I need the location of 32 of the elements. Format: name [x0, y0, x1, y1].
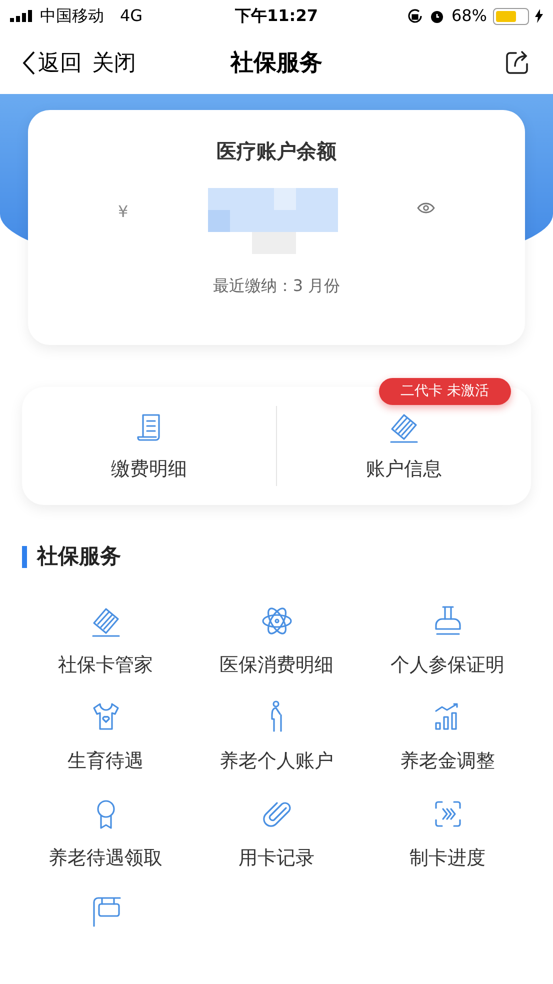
service-button[interactable]: 养老个人账户 — [191, 699, 362, 776]
status-badge: 二代卡 未激活 — [378, 378, 511, 405]
shortcut-button[interactable]: 缴费明细 — [22, 408, 276, 484]
back-button[interactable]: 返回 — [22, 46, 82, 80]
currency-symbol: ¥ — [118, 201, 128, 223]
chevron-left-icon — [22, 50, 36, 76]
section-title: 社保服务 — [37, 543, 121, 570]
alarm-icon — [429, 8, 446, 24]
section-marker — [22, 546, 27, 568]
card-title: 医疗账户余额 — [216, 138, 336, 165]
service-button[interactable]: 医保消费明细 — [191, 602, 362, 679]
close-button[interactable]: 关闭 — [92, 46, 136, 80]
share-button[interactable] — [503, 49, 531, 77]
service-button[interactable]: 生育待遇 — [20, 699, 191, 776]
network-type: 4G — [120, 5, 143, 27]
service-button[interactable]: 养老金调整 — [362, 699, 533, 776]
last-payment-text: 最近缴纳：3 月份 — [212, 275, 340, 297]
carrier-name: 中国移动 — [40, 5, 104, 27]
battery-icon — [493, 8, 529, 24]
clock: 下午11:27 — [234, 5, 319, 27]
service-button[interactable]: 个人参保证明 — [362, 602, 533, 679]
service-button[interactable]: 社保卡管家 — [20, 602, 191, 679]
battery-percent: 68% — [451, 5, 487, 27]
shortcut-button[interactable]: 账户信息 — [277, 408, 531, 484]
service-button[interactable]: 用卡记录 — [191, 796, 362, 872]
page-title: 社保服务 — [230, 48, 322, 78]
service-button[interactable]: 制卡进度 — [362, 796, 533, 872]
share-icon — [503, 49, 531, 77]
service-button[interactable]: 养老待遇领取 — [20, 796, 191, 872]
eye-icon — [417, 202, 435, 214]
charging-icon — [535, 9, 543, 23]
rotation-lock-icon — [407, 8, 424, 24]
